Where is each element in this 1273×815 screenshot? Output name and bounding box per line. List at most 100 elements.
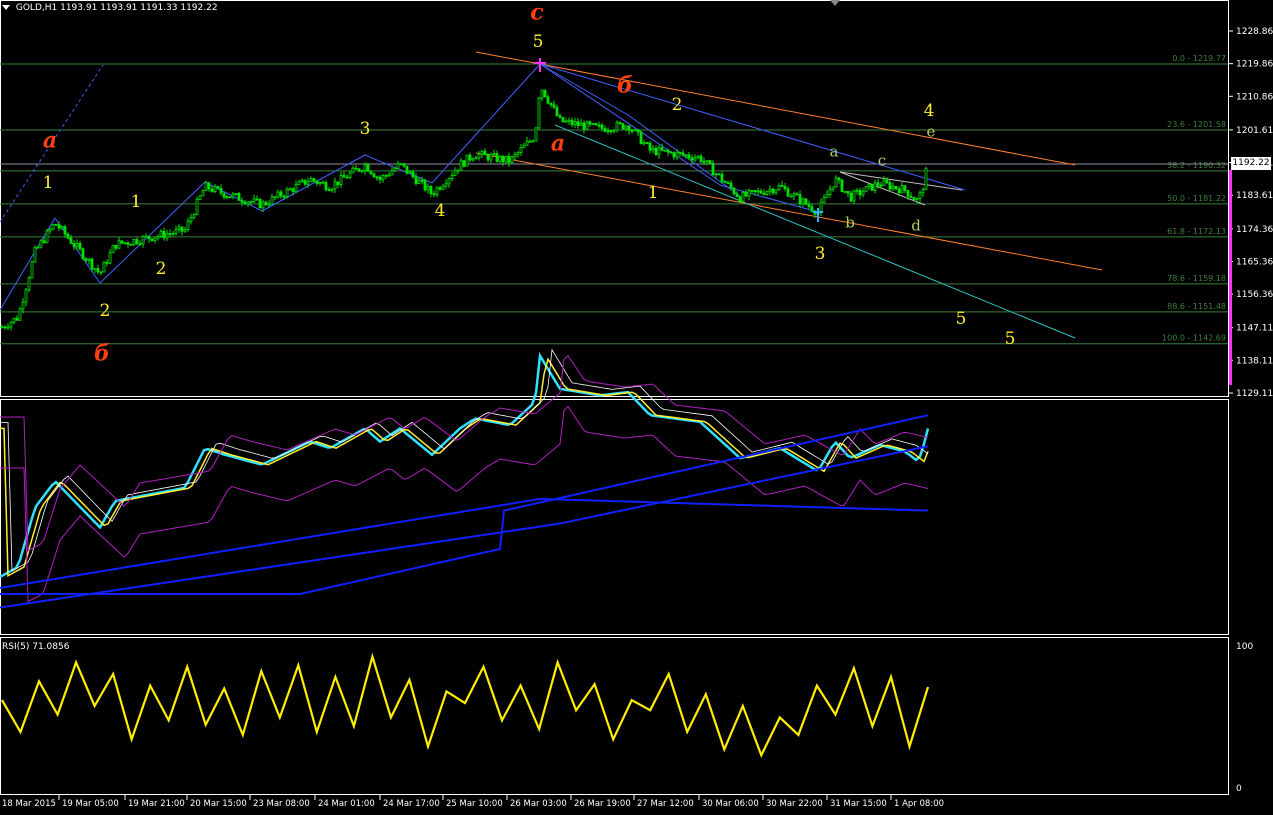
channel-line	[99, 181, 206, 284]
candle-body	[924, 168, 928, 190]
candle-body	[345, 176, 349, 179]
candle-body	[309, 178, 313, 183]
candle-body	[270, 196, 274, 205]
candle-body	[396, 163, 400, 169]
candle-body	[669, 151, 673, 154]
candle-body	[453, 170, 457, 176]
trend-channels[interactable]	[0, 51, 1103, 339]
candle-body	[342, 174, 346, 178]
candle-body	[468, 154, 472, 161]
candle-body	[588, 121, 592, 125]
price-pane-frame	[0, 0, 1229, 397]
candle-body	[426, 186, 430, 191]
candle-body	[705, 160, 709, 163]
candle-body	[546, 96, 550, 104]
candle-body	[474, 157, 478, 160]
candle-body	[297, 181, 301, 185]
candle-body	[318, 181, 322, 184]
wave-label: 4	[435, 201, 446, 221]
candle-body	[222, 192, 226, 198]
candle-body	[3, 326, 7, 329]
price-label: 1147.11	[1236, 324, 1273, 334]
candle-body	[138, 243, 142, 245]
bands-pane-frame	[0, 399, 1229, 635]
symbol-ohlc: 1193.91 1193.91 1191.33 1192.22	[60, 3, 218, 13]
time-label: 20 Mar 15:00	[190, 799, 247, 809]
candle-body	[552, 104, 556, 108]
candle-body	[495, 153, 499, 162]
candle-body	[195, 199, 199, 215]
time-label: 26 Mar 19:00	[574, 799, 631, 809]
channel-line	[431, 63, 541, 184]
candle-body	[435, 187, 439, 196]
candle-body	[258, 198, 262, 209]
fibonacci-levels[interactable]: 0.0 - 1219.77 23.6 - 1201.58 38.2 - 1190.3…	[0, 54, 1228, 345]
candle-body	[567, 119, 571, 122]
time-label: 1 Apr 08:00	[894, 799, 944, 809]
candle-body	[279, 191, 283, 197]
price-label: 1129.11	[1236, 389, 1273, 399]
candle-body	[408, 171, 412, 174]
candle-body	[6, 326, 10, 329]
wave-label: e	[927, 122, 936, 140]
candle-body	[339, 174, 343, 185]
candle-body	[726, 182, 730, 184]
candle-body	[795, 193, 799, 196]
candle-body	[747, 190, 751, 197]
candle-body	[12, 317, 16, 323]
wave-label: 5	[533, 32, 544, 52]
candle-body	[879, 184, 883, 187]
dropdown-triangle-icon[interactable]	[2, 5, 10, 10]
price-label: 1228.86	[1236, 27, 1273, 37]
candle-body	[582, 122, 586, 130]
candle-body	[603, 128, 607, 132]
candle-body	[543, 89, 547, 98]
candle-body	[897, 188, 901, 194]
candle-body	[690, 157, 694, 161]
candle-body	[96, 268, 100, 273]
candle-body	[219, 187, 223, 194]
fib-level-label: 38.2 - 1190.32	[1167, 161, 1226, 170]
candle-body	[825, 194, 829, 199]
rsi-line	[1, 652, 930, 758]
candle-body	[762, 192, 766, 195]
candle-body	[177, 226, 181, 230]
candle-body	[156, 235, 160, 239]
candle-body	[639, 131, 643, 145]
candle-body	[21, 301, 25, 310]
candle-body	[831, 186, 835, 190]
candle-body	[15, 317, 19, 321]
rsi-axis-100: 100	[1236, 642, 1253, 652]
candle-body	[357, 168, 361, 172]
price-label: 1138.11	[1236, 356, 1273, 366]
candle-body	[651, 147, 655, 151]
symbol-header[interactable]: GOLD,H1 1193.91 1193.91 1191.33 1192.22	[2, 3, 218, 13]
chart-shift-marker-icon[interactable]	[830, 0, 840, 6]
wave-label: 1	[43, 173, 54, 193]
candle-body	[828, 188, 832, 195]
fib-level-label: 78.6 - 1159.18	[1167, 274, 1226, 283]
candle-body	[918, 192, 922, 199]
candle-body	[291, 188, 295, 192]
candle-body	[645, 142, 649, 145]
candle-body	[450, 175, 454, 179]
candle-body	[72, 242, 76, 247]
candle-body	[630, 130, 634, 132]
candle-body	[321, 181, 325, 184]
time-label: 23 Mar 08:00	[253, 799, 310, 809]
rsi-title: RSI(5) 71.0856	[2, 642, 70, 652]
candle-body	[681, 152, 685, 156]
candle-body	[45, 230, 49, 244]
candle-body	[69, 237, 73, 244]
candle-body	[600, 124, 604, 129]
candle-body	[423, 180, 427, 191]
fib-level-label: 50.0 - 1181.22	[1167, 194, 1226, 203]
rsi-axis-0: 0	[1236, 784, 1242, 794]
band-blue-upper	[0, 414, 929, 595]
candle-body	[921, 189, 925, 194]
candle-body	[126, 242, 130, 245]
wave-label: 4	[924, 101, 935, 121]
candle-body	[186, 220, 190, 230]
candle-body	[834, 177, 838, 188]
candle-body	[870, 183, 874, 191]
